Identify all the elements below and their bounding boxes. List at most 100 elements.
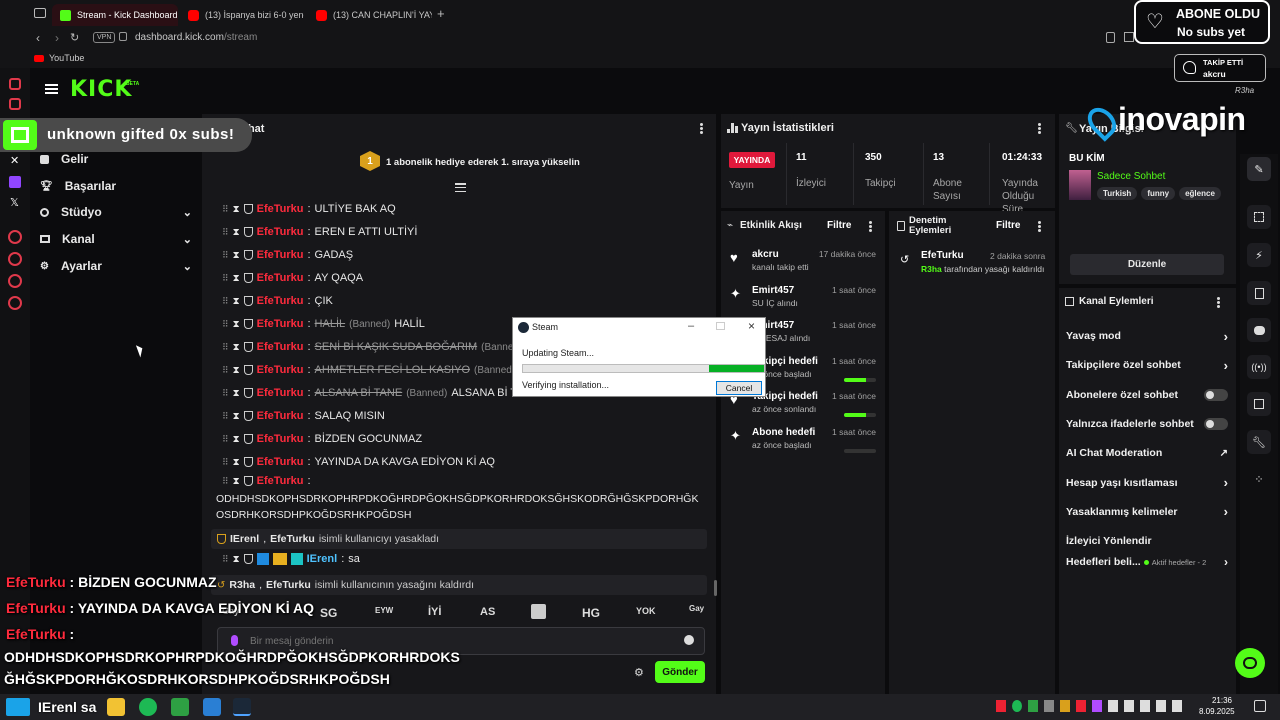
- shield-icon[interactable]: [243, 273, 253, 283]
- chat-username[interactable]: EfeTurku: [257, 433, 304, 445]
- taskbar-time[interactable]: 21:36: [1204, 696, 1240, 705]
- steam-cancel-button[interactable]: Cancel: [716, 381, 762, 395]
- app-icon[interactable]: [171, 698, 189, 716]
- drag-handle-icon[interactable]: ⠿: [222, 342, 229, 353]
- timeout-icon[interactable]: ⧗: [233, 319, 240, 330]
- whatsapp-icon[interactable]: [9, 98, 21, 110]
- twitch-icon[interactable]: [9, 176, 21, 188]
- tools-icon[interactable]: 🔧︎: [1247, 430, 1271, 454]
- windows-start-icon[interactable]: [6, 698, 30, 716]
- moderation-menu-icon[interactable]: [1038, 221, 1041, 232]
- settings-icon[interactable]: [8, 296, 22, 310]
- chat-username[interactable]: EfeTurku: [257, 318, 304, 330]
- tray-icon[interactable]: [1124, 700, 1134, 712]
- new-tab-icon[interactable]: +: [437, 6, 445, 21]
- collapse-icon[interactable]: [455, 183, 466, 192]
- chat-username[interactable]: EfeTurku: [257, 226, 304, 238]
- app-icon[interactable]: [203, 698, 221, 716]
- drag-handle-icon[interactable]: ⠿: [222, 250, 229, 261]
- tray-icon[interactable]: [1060, 700, 1070, 712]
- shield-icon[interactable]: [243, 296, 253, 306]
- url-field[interactable]: dashboard.kick.com/stream: [135, 32, 257, 43]
- extensions-icon[interactable]: [8, 274, 22, 288]
- tab-youtube-2[interactable]: (13) CAN CHAPLIN'İ YAYI: [308, 4, 432, 26]
- twitter-icon[interactable]: 𝕏: [10, 196, 19, 209]
- moderation-user[interactable]: EfeTurku: [921, 250, 964, 261]
- hamburger-menu-icon[interactable]: [45, 84, 58, 94]
- layout-icon[interactable]: [1247, 392, 1271, 416]
- timeout-icon[interactable]: ⧗: [233, 227, 240, 238]
- shield-icon[interactable]: [243, 476, 253, 486]
- tag[interactable]: Turkish: [1097, 187, 1138, 200]
- volume-icon[interactable]: [1172, 700, 1182, 712]
- chat-username[interactable]: EfeTurku: [257, 249, 304, 261]
- drag-handle-icon[interactable]: ⠿: [222, 319, 229, 330]
- emote[interactable]: HG: [582, 606, 600, 620]
- chat-username[interactable]: EfeTurku: [257, 272, 304, 284]
- shield-icon[interactable]: [243, 388, 253, 398]
- tray-icon[interactable]: [996, 700, 1006, 712]
- shield-icon[interactable]: [243, 342, 253, 352]
- timeout-icon[interactable]: ⧗: [233, 296, 240, 307]
- timeout-icon[interactable]: ⧗: [233, 250, 240, 261]
- channel-action-row[interactable]: Yalnızca ifadelerle sohbet: [1066, 414, 1228, 434]
- shield-icon[interactable]: [243, 319, 253, 329]
- chat-scrollbar[interactable]: [714, 580, 717, 596]
- tray-icon[interactable]: [1028, 700, 1038, 712]
- activity-menu-icon[interactable]: [869, 221, 872, 232]
- goals-row[interactable]: Hedefleri beli... Aktif hedefler - 2 ›: [1066, 552, 1228, 572]
- shield-icon[interactable]: [243, 411, 253, 421]
- toggle-switch[interactable]: [1204, 388, 1228, 401]
- tag[interactable]: eğlence: [1179, 187, 1221, 200]
- drag-handle-icon[interactable]: ⠿: [222, 296, 229, 307]
- lightning-icon[interactable]: ⚡︎: [1247, 243, 1271, 267]
- tag[interactable]: funny: [1141, 187, 1176, 200]
- chat-username[interactable]: IErenl: [307, 553, 338, 565]
- channel-action-row[interactable]: İzleyici Yönlendir: [1066, 531, 1228, 551]
- drag-handle-icon[interactable]: ⠿: [222, 365, 229, 376]
- emote[interactable]: İYİ: [428, 606, 441, 618]
- activity-filter-button[interactable]: Filtre: [827, 220, 851, 231]
- snapshot-icon[interactable]: [1124, 32, 1134, 42]
- x-icon[interactable]: ✕: [10, 154, 19, 167]
- back-icon[interactable]: ‹: [36, 31, 40, 45]
- activity-item[interactable]: ✦ Abone hedefi 1 saat önce az önce başladı: [728, 427, 880, 461]
- emote[interactable]: EYW: [375, 606, 393, 615]
- tab-youtube-1[interactable]: (13) İspanya bizi 6-0 yenc: [180, 4, 304, 26]
- sidebar-item-achievements[interactable]: 🏆︎ Başarılar: [40, 175, 192, 197]
- steam-taskbar-icon[interactable]: [233, 698, 251, 716]
- vpn-badge[interactable]: VPN: [93, 32, 116, 43]
- chat-username[interactable]: EfeTurku: [257, 456, 304, 468]
- channel-action-row[interactable]: Hesap yaşı kısıtlaması ›: [1066, 473, 1228, 493]
- channel-action-row[interactable]: Yavaş mod ›: [1066, 326, 1228, 346]
- chat-username[interactable]: EfeTurku: [257, 475, 304, 487]
- focus-icon[interactable]: [1247, 205, 1271, 229]
- file-explorer-icon[interactable]: [107, 698, 125, 716]
- shield-icon[interactable]: [243, 227, 253, 237]
- reload-icon[interactable]: ↻: [70, 31, 79, 44]
- chat-username[interactable]: EfeTurku: [257, 203, 304, 215]
- bookmark-youtube[interactable]: YouTube: [34, 53, 84, 63]
- emote[interactable]: AS: [480, 606, 495, 618]
- timeout-icon[interactable]: ⧗: [233, 476, 240, 487]
- chat-settings-gear-icon[interactable]: ⚙: [634, 666, 644, 679]
- forward-icon[interactable]: ›: [55, 31, 59, 45]
- drag-handle-icon[interactable]: ⠿: [222, 204, 229, 215]
- category-name[interactable]: Sadece Sohbet: [1097, 171, 1165, 182]
- chat-username[interactable]: EfeTurku: [257, 387, 304, 399]
- pin-icon[interactable]: [1106, 32, 1115, 43]
- activity-item[interactable]: ✦ Emirt457 1 saat önce SU İÇ alındı: [728, 285, 880, 319]
- spotify-icon[interactable]: [139, 698, 157, 716]
- timeout-icon[interactable]: ⧗: [233, 204, 240, 215]
- kick-logo[interactable]: KICK: [70, 77, 132, 102]
- shield-icon[interactable]: [243, 457, 253, 467]
- messenger-icon[interactable]: [9, 78, 21, 90]
- sidebar-item-studio[interactable]: Stüdyo ⌄: [40, 201, 192, 223]
- emote[interactable]: SG: [320, 606, 337, 620]
- chat-username[interactable]: EfeTurku: [257, 410, 304, 422]
- tray-icon[interactable]: [1092, 700, 1102, 712]
- shield-icon[interactable]: [243, 365, 253, 375]
- drag-handle-icon[interactable]: ⠿: [222, 457, 229, 468]
- chat-username[interactable]: EfeTurku: [257, 295, 304, 307]
- notes-icon[interactable]: [1247, 281, 1271, 305]
